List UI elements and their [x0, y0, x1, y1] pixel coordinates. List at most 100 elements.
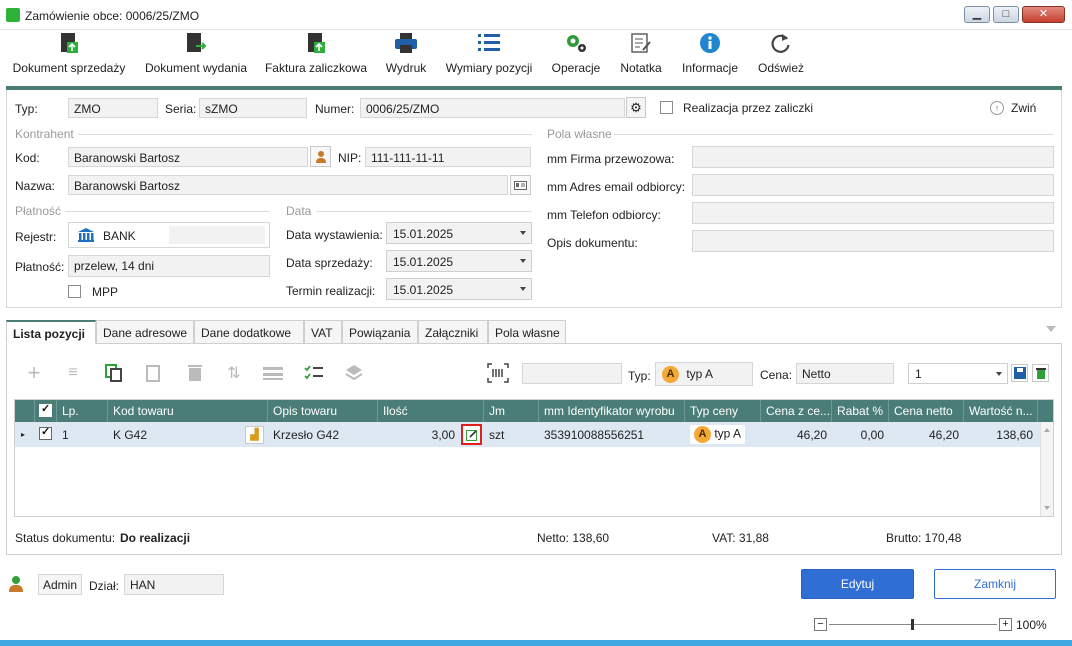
- select-all-checkbox[interactable]: ✓: [35, 400, 57, 422]
- date-value: 15.01.2025: [393, 283, 454, 297]
- column-header-ilosc[interactable]: Ilość: [378, 400, 484, 422]
- kod-field[interactable]: Baranowski Bartosz: [68, 147, 308, 167]
- column-header-rabat[interactable]: Rabat %: [832, 400, 889, 422]
- toolbar-refresh[interactable]: Odśwież: [752, 31, 810, 76]
- section-divider: [78, 134, 532, 135]
- minimize-button[interactable]: ▁: [964, 6, 990, 23]
- info-icon: [676, 31, 744, 55]
- platnosc-field[interactable]: przelew, 14 dni: [68, 255, 270, 277]
- opis-field[interactable]: [692, 230, 1054, 252]
- zoom-in-button[interactable]: +: [999, 618, 1012, 631]
- data-sprzedazy-picker[interactable]: 15.01.2025: [386, 250, 532, 272]
- cena-field[interactable]: Netto: [796, 363, 894, 384]
- telefon-field[interactable]: [692, 202, 1054, 224]
- column-header-cena-z[interactable]: Cena z ce...: [761, 400, 832, 422]
- maximize-button[interactable]: □: [993, 6, 1019, 23]
- column-header-kod[interactable]: Kod towaru: [108, 400, 268, 422]
- save-icon[interactable]: [1011, 364, 1028, 382]
- section-divider: [316, 211, 532, 212]
- table-row[interactable]: ▸ ✓ 1 K G42 ▟ Krzesło G42 3,00 szt 35391…: [15, 422, 1040, 447]
- quantity-dropdown[interactable]: 1: [908, 363, 1008, 384]
- add-list-icon[interactable]: ≡: [62, 362, 84, 384]
- realizacja-checkbox[interactable]: [660, 101, 673, 114]
- sort-arrows-icon[interactable]: ⇅: [223, 362, 245, 384]
- table-header: ✓ Lp. Kod towaru Opis towaru Ilość Jm mm…: [15, 400, 1053, 422]
- rejestr-field[interactable]: BANK: [68, 222, 270, 248]
- data-section-title: Data: [286, 204, 312, 218]
- tab-pola-wlasne[interactable]: Pola własne: [488, 320, 566, 344]
- scroll-up-icon[interactable]: [1044, 428, 1050, 432]
- toolbar-document-release[interactable]: Dokument wydania: [138, 31, 254, 76]
- collapse-label[interactable]: Zwiń: [1011, 101, 1036, 115]
- rows-icon[interactable]: [262, 362, 284, 384]
- kod-label: Kod:: [15, 151, 40, 165]
- typ-label: Typ:: [15, 102, 38, 116]
- row-checkbox[interactable]: ✓: [35, 422, 57, 447]
- numbering-settings-gear-icon[interactable]: ⚙: [626, 97, 646, 118]
- toolbar-advance-invoice[interactable]: Faktura zaliczkowa: [262, 31, 370, 76]
- cell-typ-ceny: A typ A: [685, 422, 761, 447]
- paste-icon[interactable]: [142, 362, 164, 384]
- address-card-icon[interactable]: [510, 175, 531, 195]
- vertical-scrollbar[interactable]: [1040, 422, 1053, 516]
- column-header-lp[interactable]: Lp.: [57, 400, 108, 422]
- contractor-person-icon[interactable]: [310, 146, 331, 167]
- cell-ilosc[interactable]: 3,00: [378, 422, 460, 447]
- email-field[interactable]: [692, 174, 1054, 196]
- delete-green-icon[interactable]: [1032, 364, 1049, 382]
- nip-field[interactable]: 111-111-11-11: [365, 147, 531, 167]
- tab-dane-dodatkowe[interactable]: Dane dodatkowe: [194, 320, 304, 344]
- edit-button[interactable]: Edytuj: [801, 569, 914, 599]
- tab-powiazania[interactable]: Powiązania: [342, 320, 418, 344]
- note-icon: [614, 31, 668, 55]
- tab-zalaczniki[interactable]: Załączniki: [418, 320, 488, 344]
- barcode-scan-icon[interactable]: [487, 362, 509, 384]
- tabs-overflow-chevron-icon[interactable]: [1046, 326, 1056, 332]
- rejestr-label: Rejestr:: [15, 230, 57, 244]
- column-header-typ-ceny[interactable]: Typ ceny: [685, 400, 761, 422]
- nazwa-field[interactable]: Baranowski Bartosz: [68, 175, 508, 195]
- checkbox-box: ✓: [39, 426, 52, 440]
- user-button[interactable]: Admin: [38, 574, 82, 595]
- dzial-field[interactable]: HAN: [124, 574, 224, 595]
- zoom-out-button[interactable]: −: [814, 618, 827, 631]
- close-window-button[interactable]: ✕: [1022, 6, 1065, 23]
- toolbar-operations[interactable]: Operacje: [546, 31, 606, 76]
- toolbar-document-sale[interactable]: Dokument sprzedaży: [8, 31, 130, 76]
- seria-field[interactable]: sZMO: [199, 98, 307, 118]
- rejestr-fill: [169, 226, 265, 244]
- typ-selector[interactable]: A typ A: [655, 362, 753, 386]
- column-header-cena-netto[interactable]: Cena netto: [889, 400, 964, 422]
- data-wystawienia-picker[interactable]: 15.01.2025: [386, 222, 532, 244]
- collapse-arrow-up-icon[interactable]: ↑: [990, 101, 1004, 115]
- netto-total: Netto: 138,60: [537, 531, 610, 545]
- toolbar-print[interactable]: Wydruk: [380, 31, 432, 76]
- toolbar-label: Wydruk: [385, 61, 427, 75]
- layers-icon[interactable]: [343, 362, 365, 384]
- mpp-checkbox[interactable]: [68, 285, 81, 298]
- toolbar-dimensions[interactable]: Wymiary pozycji: [440, 31, 538, 76]
- column-header-wartosc[interactable]: Wartość n...: [964, 400, 1038, 422]
- column-header-jm[interactable]: Jm: [484, 400, 539, 422]
- delete-icon[interactable]: [184, 362, 206, 384]
- column-header-opis[interactable]: Opis towaru: [268, 400, 378, 422]
- numer-field[interactable]: 0006/25/ZMO: [360, 98, 625, 118]
- tab-dane-adresowe[interactable]: Dane adresowe: [96, 320, 194, 344]
- close-button[interactable]: Zamknij: [934, 569, 1056, 599]
- barcode-input[interactable]: [522, 363, 622, 384]
- column-header-identyfikator[interactable]: mm Identyfikator wyrobu: [539, 400, 685, 422]
- toolbar-note[interactable]: Notatka: [614, 31, 668, 76]
- toolbar-information[interactable]: Informacje: [676, 31, 744, 76]
- zoom-slider-thumb[interactable]: [911, 619, 914, 630]
- tab-lista-pozycji[interactable]: Lista pozycji: [6, 320, 96, 344]
- copy-icon[interactable]: [103, 362, 125, 384]
- firma-field[interactable]: [692, 146, 1054, 168]
- typ-field[interactable]: ZMO: [68, 98, 158, 118]
- add-icon[interactable]: +: [23, 360, 45, 385]
- termin-picker[interactable]: 15.01.2025: [386, 278, 532, 300]
- scroll-down-icon[interactable]: [1044, 506, 1050, 510]
- tab-vat[interactable]: VAT: [304, 320, 342, 344]
- checklist-icon[interactable]: [303, 362, 325, 384]
- edit-quantity-icon[interactable]: [461, 424, 482, 445]
- stock-boxes-icon[interactable]: ▟: [245, 426, 264, 444]
